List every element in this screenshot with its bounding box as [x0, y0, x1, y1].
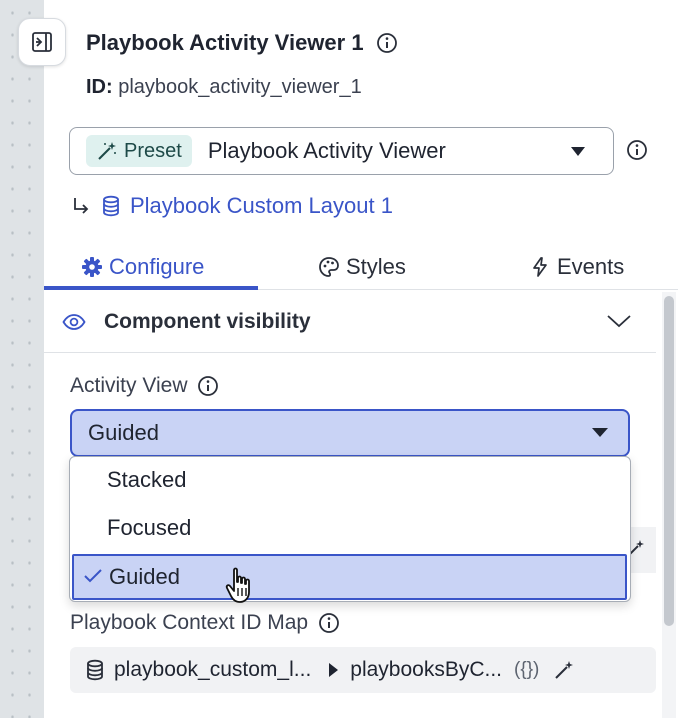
preset-select[interactable]: Preset Playbook Activity Viewer	[69, 127, 614, 175]
lightning-icon	[533, 257, 547, 277]
component-visibility-section[interactable]: Component visibility	[44, 291, 656, 353]
palette-icon	[319, 257, 339, 277]
activity-view-label: Activity View	[70, 374, 188, 397]
info-icon[interactable]	[318, 612, 340, 634]
caret-right-icon	[329, 663, 339, 677]
panel-header: Playbook Activity Viewer 1	[86, 30, 398, 56]
tab-configure-label: Configure	[109, 254, 205, 279]
context-map-binding[interactable]: playbook_custom_l... playbooksByC... ({}…	[70, 647, 656, 693]
chevron-down-icon[interactable]	[606, 313, 632, 329]
preset-value: Playbook Activity Viewer	[207, 138, 446, 163]
option-label: Guided	[109, 564, 180, 589]
option-guided[interactable]: Guided	[72, 554, 627, 600]
magic-wand-icon[interactable]	[553, 659, 575, 681]
eye-icon	[62, 313, 86, 330]
hand-pointer-cursor-icon	[225, 567, 250, 603]
caret-down-icon	[571, 147, 585, 156]
context-map-label: Playbook Context ID Map	[70, 611, 309, 634]
magic-wand-icon	[98, 142, 116, 160]
option-focused[interactable]: Focused	[70, 505, 630, 551]
preset-info-icon[interactable]	[626, 139, 648, 161]
preset-tag-label: Preset	[124, 139, 182, 162]
section-title: Component visibility	[104, 309, 311, 333]
activity-view-select[interactable]: Guided	[70, 409, 630, 457]
parent-layout-label: Playbook Custom Layout 1	[130, 193, 393, 218]
id-label: ID:	[86, 76, 113, 98]
option-label: Focused	[107, 515, 192, 540]
component-id: ID: playbook_activity_viewer_1	[86, 76, 362, 99]
context-map-source: playbook_custom_l...	[114, 658, 312, 681]
tab-styles[interactable]: Styles	[318, 244, 406, 290]
context-map-label-row: Playbook Context ID Map	[70, 611, 340, 635]
panel-title: Playbook Activity Viewer 1	[86, 30, 364, 55]
database-icon	[103, 195, 119, 217]
collapse-panel-button[interactable]	[18, 18, 66, 66]
json-badge: ({})	[514, 659, 540, 680]
gear-icon	[82, 257, 102, 277]
activity-view-label-row: Activity View	[70, 374, 219, 398]
scrollbar-thumb[interactable]	[664, 296, 674, 626]
tab-styles-label: Styles	[346, 254, 406, 279]
collapse-panel-icon	[32, 32, 52, 52]
canvas-grid	[0, 0, 44, 718]
option-stacked[interactable]: Stacked	[70, 457, 630, 503]
tab-configure[interactable]: Configure	[81, 244, 204, 290]
id-value: playbook_activity_viewer_1	[118, 76, 362, 98]
context-map-path: playbooksByC...	[350, 658, 503, 681]
activity-view-dropdown: Stacked Focused Guided	[69, 456, 631, 602]
activity-view-value: Guided	[88, 420, 159, 445]
preset-tag: Preset	[86, 135, 192, 167]
caret-down-icon	[592, 428, 608, 437]
database-icon	[87, 659, 103, 681]
option-label: Stacked	[107, 467, 187, 492]
tab-bar: Configure Styles Events	[44, 244, 678, 290]
return-arrow-icon	[74, 198, 89, 214]
active-tab-indicator	[44, 286, 258, 290]
checkmark-icon	[84, 569, 102, 583]
parent-layout-link[interactable]: Playbook Custom Layout 1	[72, 193, 393, 219]
tab-events[interactable]: Events	[529, 244, 624, 290]
info-icon[interactable]	[197, 375, 219, 397]
tab-events-label: Events	[557, 254, 625, 279]
info-icon[interactable]	[376, 32, 398, 54]
